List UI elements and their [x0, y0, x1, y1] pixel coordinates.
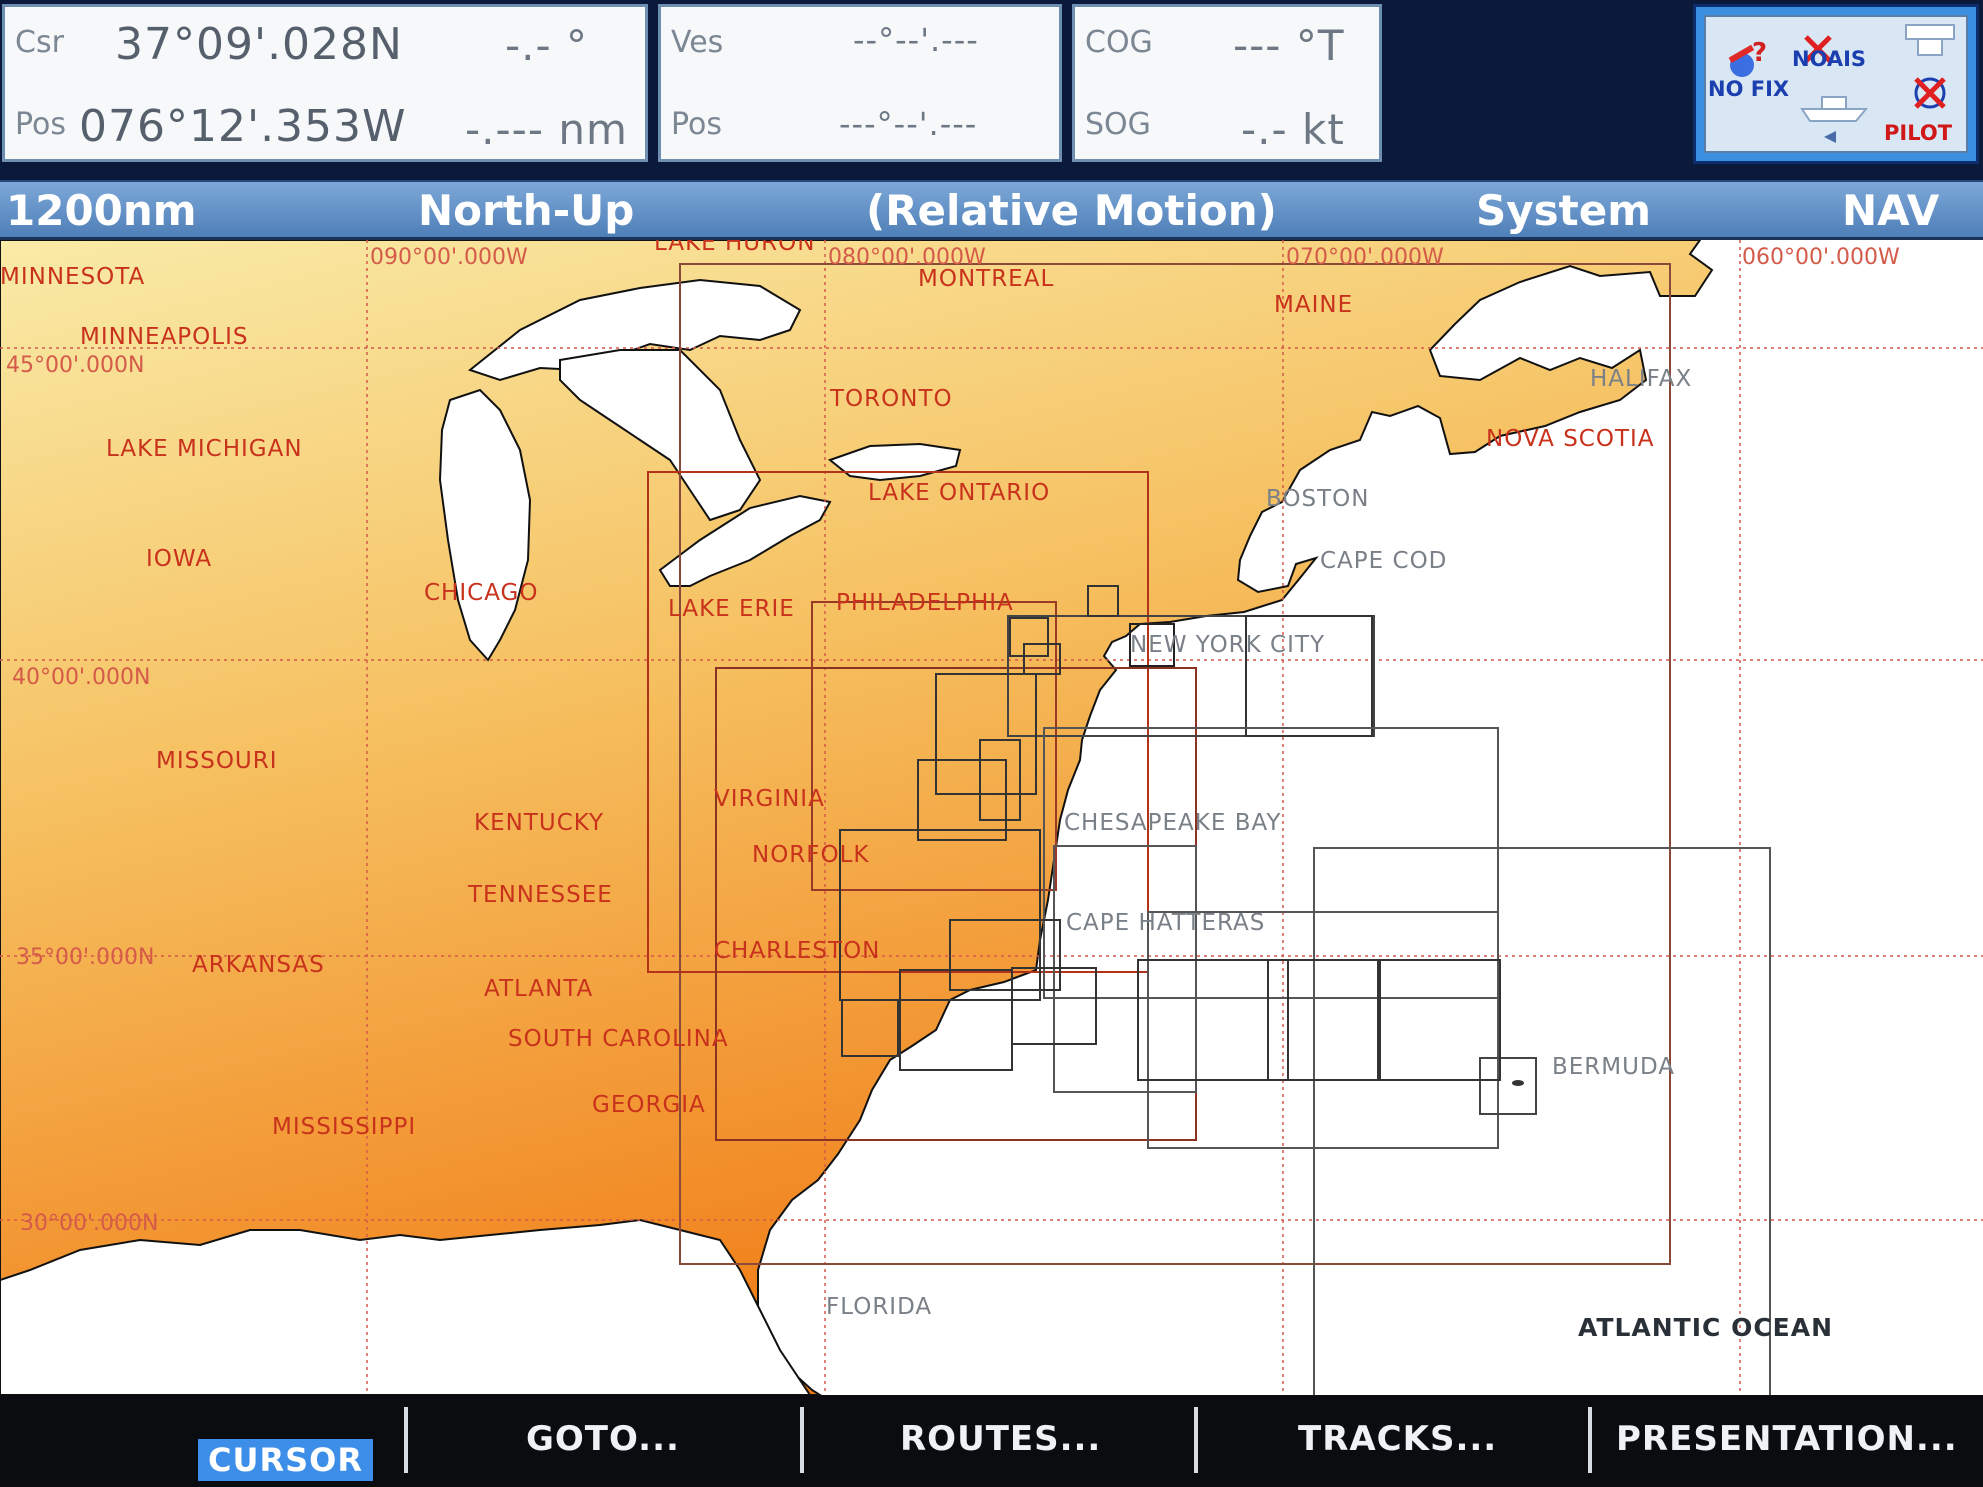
lon-60-label: 060°00'.000W — [1742, 245, 1900, 270]
chart-title-bar: 1200nm North-Up (Relative Motion) System… — [0, 180, 1983, 240]
label-florida: FLORIDA — [826, 1294, 932, 1320]
label-maine: MAINE — [1274, 292, 1353, 318]
label-lake-michigan: LAKE MICHIGAN — [106, 436, 303, 462]
label-minneapolis: MINNEAPOLIS — [80, 324, 248, 350]
status-panel: ? NO FIX NOAIS PILOT — [1693, 4, 1979, 164]
lat-30-label: 30°00'.000N — [20, 1211, 158, 1236]
svg-text:?: ? — [1752, 38, 1767, 68]
label-arkansas: ARKANSAS — [192, 952, 325, 978]
vessel-position-panel: Ves --°--'.--- Pos ---°--'.--- — [658, 4, 1062, 162]
north-america-land — [0, 240, 1714, 1395]
softkey-divider — [404, 1407, 408, 1473]
tracks-softkey[interactable]: TRACKS... — [1298, 1419, 1497, 1459]
routes-softkey[interactable]: ROUTES... — [900, 1419, 1101, 1459]
softkey-bar: CURSOR GOTO... ROUTES... TRACKS... PRESE… — [0, 1395, 1983, 1487]
no-ais-label: NOAIS — [1792, 47, 1867, 71]
label-virginia: VIRGINIA — [714, 786, 825, 812]
vessel-label: Ves — [671, 25, 724, 60]
label-montreal: MONTREAL — [918, 266, 1054, 292]
satellite-icon: ? — [1728, 38, 1767, 77]
cursor-pos-label: Pos — [15, 107, 67, 142]
softkey-divider — [1194, 1407, 1198, 1473]
goto-softkey[interactable]: GOTO... — [526, 1419, 680, 1459]
course-speed-panel: COG --- °T SOG -.- kt — [1072, 4, 1382, 162]
scale-readout: 1200nm — [6, 186, 197, 235]
label-philadelphia: PHILADELPHIA — [836, 590, 1014, 616]
label-bermuda: BERMUDA — [1552, 1054, 1675, 1080]
orientation-mode[interactable]: North-Up — [418, 186, 634, 235]
sog-label: SOG — [1085, 107, 1151, 142]
softkey-divider — [1588, 1407, 1592, 1473]
pilot-icon — [1905, 24, 1955, 109]
cog-label: COG — [1085, 25, 1153, 60]
cog-value: --- °T — [1233, 21, 1345, 70]
label-iowa: IOWA — [146, 546, 212, 572]
chart-view[interactable]: 090°00'.000W 080°00'.000W 070°00'.000W 0… — [0, 240, 1983, 1395]
no-fix-label: NO FIX — [1708, 77, 1790, 101]
label-toronto: TORONTO — [829, 386, 953, 412]
label-kentucky: KENTUCKY — [474, 810, 604, 836]
cursor-range: -.--- nm — [465, 105, 628, 154]
label-charleston: CHARLESTON — [714, 938, 880, 964]
label-lake-huron: LAKE HURON — [654, 240, 815, 256]
label-atlanta: ATLANTA — [484, 976, 593, 1002]
cursor-label: Csr — [15, 25, 64, 60]
vessel-latitude: --°--'.--- — [853, 21, 979, 59]
datum-label: System — [1476, 186, 1651, 235]
label-new-york-city: NEW YORK CITY — [1130, 632, 1325, 658]
label-cape-cod: CAPE COD — [1320, 548, 1447, 574]
label-atlantic-ocean: ATLANTIC OCEAN — [1578, 1313, 1833, 1342]
cursor-softkey[interactable]: CURSOR — [198, 1439, 373, 1481]
label-chicago: CHICAGO — [424, 580, 538, 606]
chart-canvas[interactable]: 090°00'.000W 080°00'.000W 070°00'.000W 0… — [0, 240, 1983, 1395]
cursor-longitude: 076°12'.353W — [79, 101, 407, 152]
label-missouri: MISSOURI — [156, 748, 278, 774]
nav-mode: NAV — [1842, 186, 1940, 235]
label-south-carolina: SOUTH CAROLINA — [508, 1026, 729, 1052]
label-norfolk: NORFOLK — [752, 842, 870, 868]
motion-mode[interactable]: (Relative Motion) — [866, 186, 1277, 235]
label-georgia: GEORGIA — [592, 1092, 706, 1118]
softkey-divider — [800, 1407, 804, 1473]
label-lake-ontario: LAKE ONTARIO — [868, 480, 1050, 506]
lon-90-label: 090°00'.000W — [370, 245, 528, 270]
vessel-longitude: ---°--'.--- — [839, 105, 978, 143]
label-halifax: HALIFAX — [1590, 366, 1692, 392]
sog-value: -.- kt — [1241, 105, 1345, 154]
lat-40-label: 40°00'.000N — [12, 665, 150, 690]
label-cape-hatteras: CAPE HATTERAS — [1066, 910, 1265, 936]
label-lake-erie: LAKE ERIE — [668, 596, 795, 622]
vessel-pos-label: Pos — [671, 107, 723, 142]
label-minnesota: MINNESOTA — [0, 264, 145, 290]
cursor-bearing: -.- ° — [505, 21, 589, 70]
cursor-latitude: 37°09'.028N — [115, 19, 403, 70]
gulf-of-mexico — [0, 1218, 812, 1395]
lat-35-label: 35°00'.000N — [16, 945, 154, 970]
label-nova-scotia: NOVA SCOTIA — [1486, 426, 1655, 452]
status-icons-box: ? NO FIX NOAIS PILOT — [1704, 15, 1968, 153]
label-chesapeake-bay: CHESAPEAKE BAY — [1064, 810, 1282, 836]
label-boston: BOSTON — [1266, 486, 1369, 512]
cursor-position-panel: Csr 37°09'.028N -.- ° Pos 076°12'.353W -… — [2, 4, 648, 162]
presentation-softkey[interactable]: PRESENTATION... — [1616, 1419, 1958, 1459]
bermuda-island — [1512, 1080, 1524, 1086]
label-tennessee: TENNESSEE — [467, 882, 613, 908]
label-mississippi: MISSISSIPPI — [272, 1114, 416, 1140]
lon-70-label: 070°00'.000W — [1286, 245, 1444, 270]
pilot-label: PILOT — [1884, 121, 1953, 145]
lat-45-label: 45°00'.000N — [6, 353, 144, 378]
